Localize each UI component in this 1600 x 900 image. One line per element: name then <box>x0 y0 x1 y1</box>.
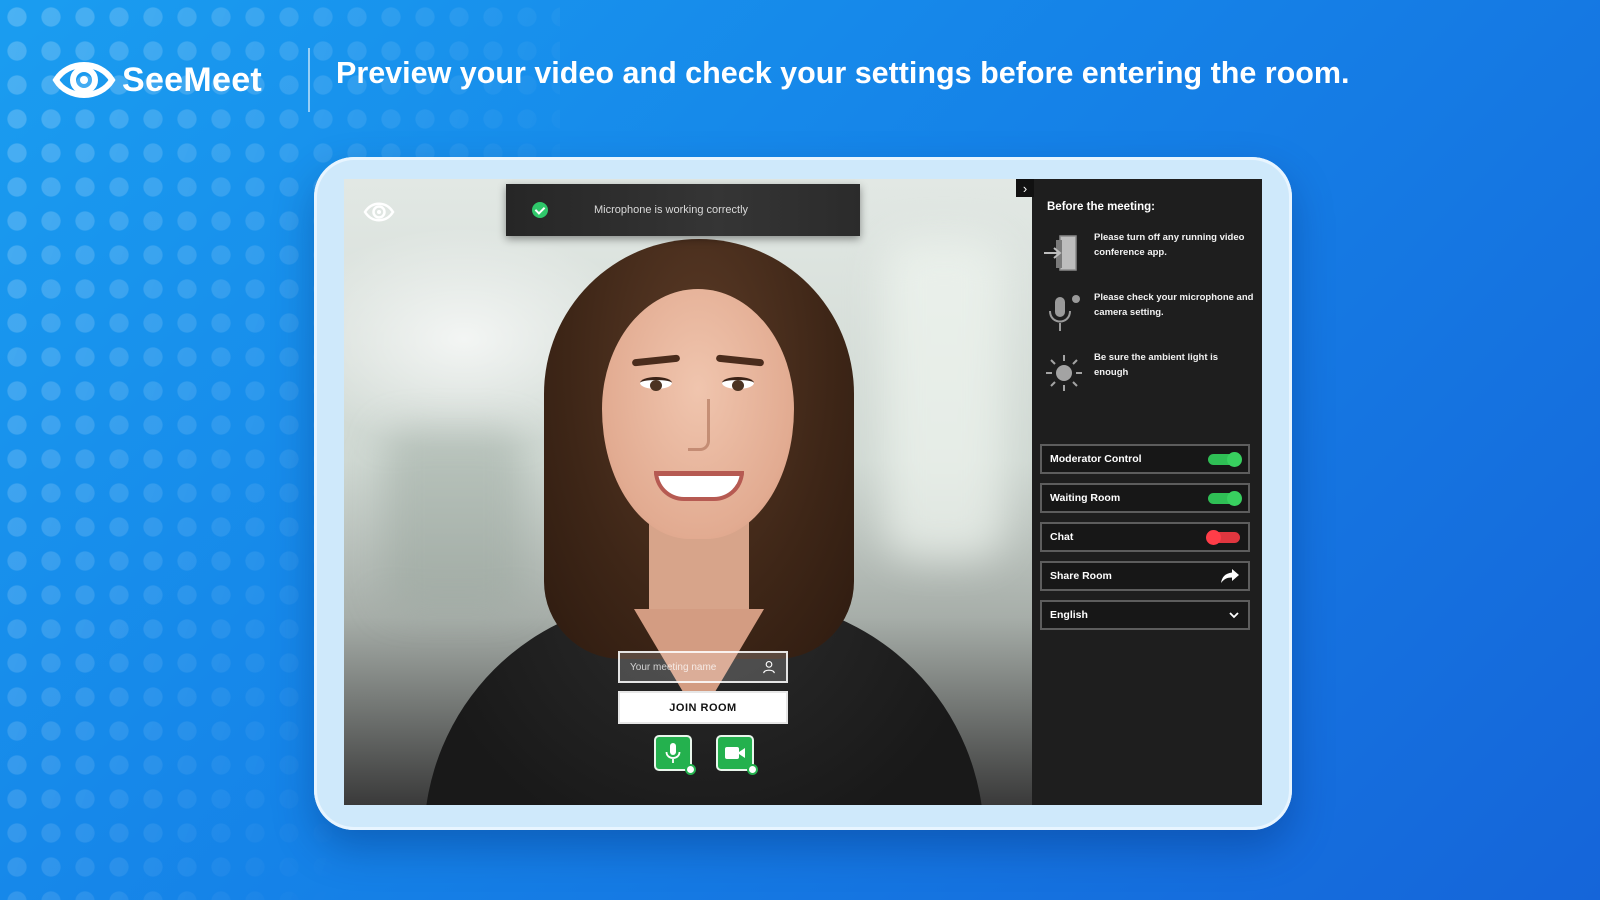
brand: SeeMeet <box>52 50 262 110</box>
waiting-room-toggle[interactable]: Waiting Room <box>1040 483 1250 513</box>
control-label: Waiting Room <box>1050 492 1121 504</box>
control-label: Share Room <box>1050 570 1112 582</box>
header-divider <box>308 48 310 112</box>
language-select[interactable]: English <box>1040 600 1250 630</box>
panel-title: Before the meeting: <box>1047 201 1155 213</box>
sun-icon <box>1046 355 1082 391</box>
control-label: Moderator Control <box>1050 453 1142 465</box>
page-tagline: Preview your video and check your settin… <box>336 56 1350 90</box>
tip-text: Please turn off any running video confer… <box>1094 232 1245 258</box>
toggle-switch-on[interactable] <box>1208 490 1242 506</box>
eye-logo-icon <box>52 62 116 98</box>
tip-item: Please check your microphone and camera … <box>1042 291 1254 335</box>
user-icon <box>763 661 775 674</box>
app-screen: Microphone is working correctly JOIN ROO… <box>344 179 1262 805</box>
side-panel: › Before the meeting: Please turn off an… <box>1016 179 1262 805</box>
chat-toggle[interactable]: Chat <box>1040 522 1250 552</box>
tip-text: Be sure the ambient light is enough <box>1094 352 1219 378</box>
exit-icon <box>1044 235 1077 271</box>
check-circle-icon <box>532 202 548 218</box>
mic-status-text: Microphone is working correctly <box>594 204 749 216</box>
tip-item: Please turn off any running video confer… <box>1042 231 1254 275</box>
share-icon <box>1221 569 1239 583</box>
toggle-switch-off[interactable] <box>1206 529 1240 545</box>
join-room-button[interactable]: JOIN ROOM <box>618 691 788 724</box>
chevron-right-icon: › <box>1022 180 1028 196</box>
video-camera-icon <box>725 747 745 759</box>
tip-text: Please check your microphone and camera … <box>1094 292 1254 318</box>
collapse-panel-button[interactable]: › <box>1016 179 1034 197</box>
settings-badge <box>747 764 758 775</box>
share-room-button[interactable]: Share Room <box>1040 561 1250 591</box>
microphone-icon <box>1049 295 1080 331</box>
control-label: Chat <box>1050 531 1074 543</box>
chevron-down-icon <box>1229 612 1239 619</box>
meeting-name-input[interactable] <box>630 661 762 673</box>
brand-name: SeeMeet <box>122 60 263 99</box>
meeting-name-field[interactable] <box>618 651 788 683</box>
language-value: English <box>1050 609 1088 621</box>
microphone-icon <box>665 743 681 763</box>
video-preview: Microphone is working correctly JOIN ROO… <box>344 179 1032 805</box>
toggle-switch-on[interactable] <box>1208 451 1242 467</box>
microphone-toggle-button[interactable] <box>654 735 696 775</box>
tip-item: Be sure the ambient light is enough <box>1042 351 1254 395</box>
tablet-frame: Microphone is working correctly JOIN ROO… <box>314 157 1292 830</box>
settings-badge <box>685 764 696 775</box>
mic-status-toast: Microphone is working correctly <box>506 184 860 236</box>
camera-toggle-button[interactable] <box>716 735 758 775</box>
eye-logo-icon <box>363 202 395 222</box>
moderator-control-toggle[interactable]: Moderator Control <box>1040 444 1250 474</box>
